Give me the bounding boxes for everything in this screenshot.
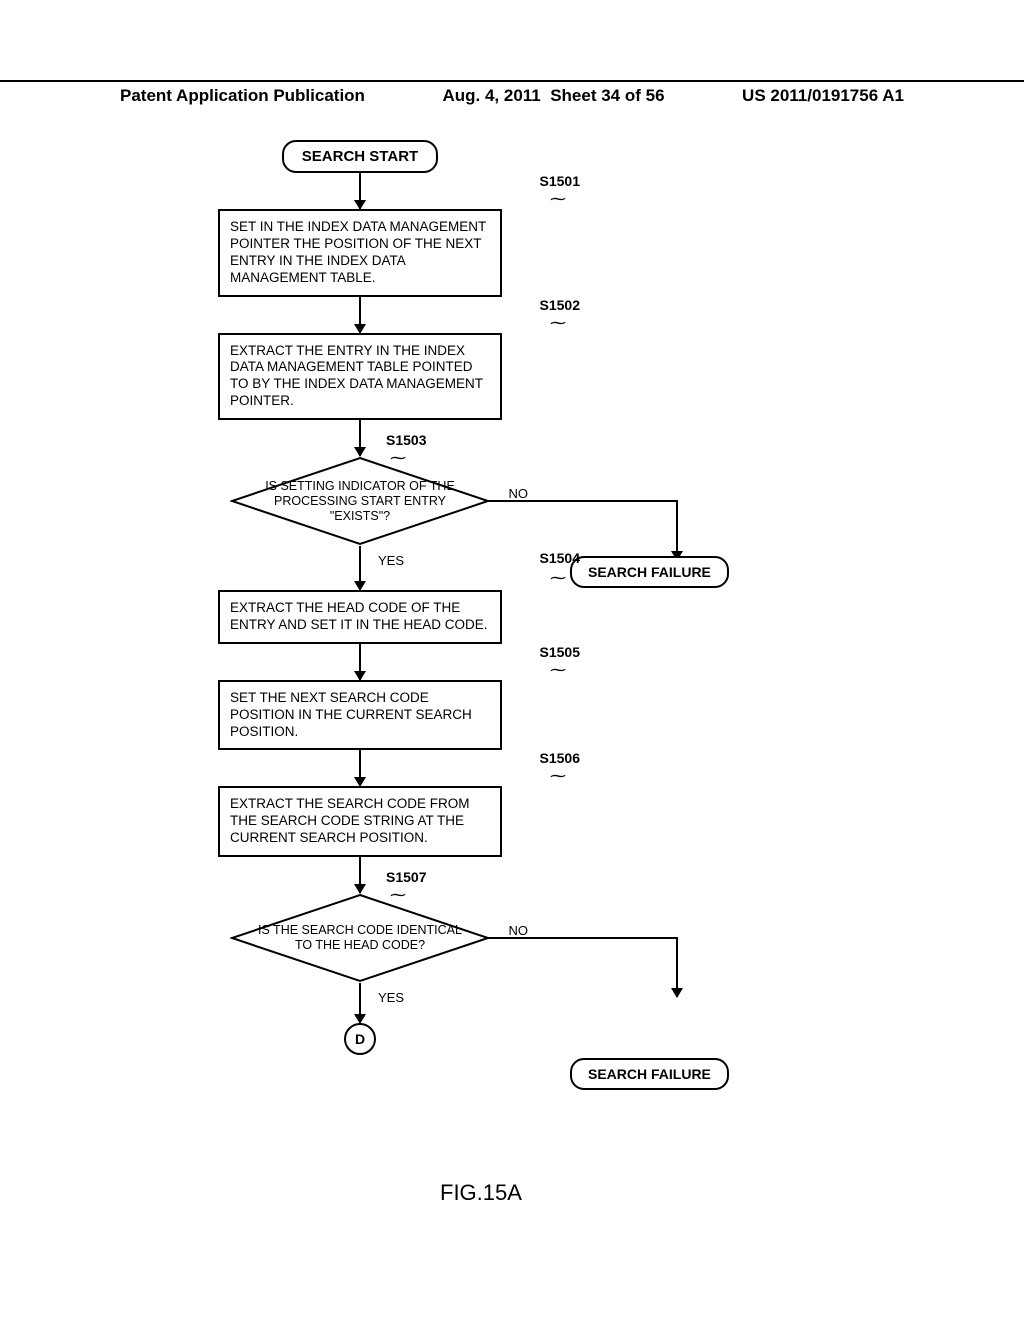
leader-icon: ⁓ [550,766,566,786]
step-tag-s1502: S1502 [540,297,580,313]
branch-no: NO [509,486,529,501]
branch-yes: YES [378,990,404,1005]
arrow-icon [359,420,361,456]
branch-no: NO [509,923,529,938]
step-tag-s1507: S1507 [386,869,426,885]
step-tag-s1505: S1505 [540,644,580,660]
process-s1506: EXTRACT THE SEARCH CODE FROM THE SEARCH … [218,786,502,857]
process-s1502: EXTRACT THE ENTRY IN THE INDEX DATA MANA… [218,333,502,421]
leader-icon: ⁓ [550,568,566,588]
arrow-icon [359,750,361,786]
decision-s1503: S1503 ⁓ IS SETTING INDICATOR OF THE PROC… [230,456,490,546]
arrow-icon [359,297,361,333]
header-left: Patent Application Publication [120,86,365,106]
figure-caption: FIG.15A [440,1180,522,1206]
page-header: Patent Application Publication Aug. 4, 2… [0,80,1024,106]
arrow-icon [676,937,678,997]
arrow-icon [676,500,678,560]
connector-d: D [344,1023,376,1055]
header-pubnum: US 2011/0191756 A1 [742,86,904,106]
process-s1505: SET THE NEXT SEARCH CODE POSITION IN THE… [218,680,502,751]
connector-line [488,500,678,502]
leader-icon: ⁓ [550,313,566,333]
arrow-icon [359,983,361,1023]
leader-icon: ⁓ [390,885,406,905]
header-center: Aug. 4, 2011 Sheet 34 of 56 [442,86,664,106]
leader-icon: ⁓ [550,189,566,209]
arrow-icon [359,644,361,680]
terminal-fail1: SEARCH FAILURE [570,556,729,588]
decision-s1507: S1507 ⁓ IS THE SEARCH CODE IDENTICAL TO … [230,893,490,983]
arrow-icon [359,857,361,893]
step-tag-s1506: S1506 [540,750,580,766]
terminal-start: SEARCH START [282,140,438,173]
step-tag-s1504: S1504 [540,550,580,566]
connector-line [488,937,678,939]
arrow-icon [359,173,361,209]
process-s1504: EXTRACT THE HEAD CODE OF THE ENTRY AND S… [218,590,502,644]
leader-icon: ⁓ [390,448,406,468]
terminal-fail2: SEARCH FAILURE [570,1058,729,1090]
leader-icon: ⁓ [550,660,566,680]
step-tag-s1501: S1501 [540,173,580,189]
process-s1501: SET IN THE INDEX DATA MANAGEMENT POINTER… [218,209,502,297]
diamond-icon [230,456,490,546]
diamond-icon [230,893,490,983]
branch-yes: YES [378,553,404,568]
flowchart: SEARCH START S1501 ⁓ SET IN THE INDEX DA… [120,140,900,1055]
step-tag-s1503: S1503 [386,432,426,448]
arrow-icon [359,546,361,590]
